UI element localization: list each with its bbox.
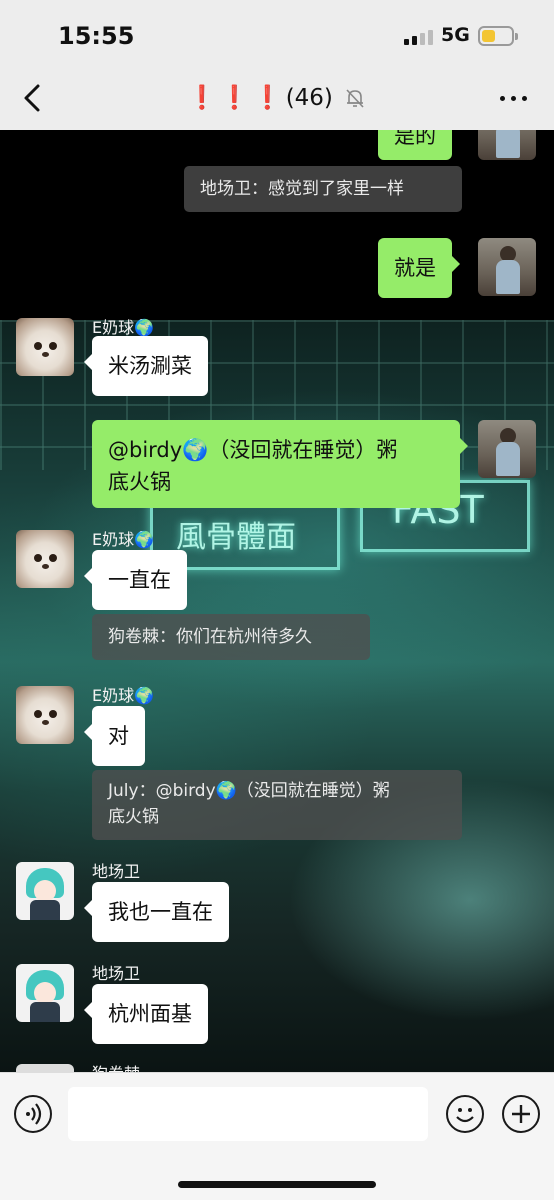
avatar[interactable] (478, 238, 536, 296)
more-icon[interactable] (500, 96, 528, 102)
sender-name: 狗卷棘 (92, 1060, 140, 1072)
message-bubble[interactable]: 是的 (378, 130, 452, 160)
member-count: (46) (285, 85, 333, 111)
avatar[interactable] (16, 1064, 74, 1072)
avatar[interactable] (16, 318, 74, 376)
message-bubble[interactable]: 我也一直在 (84, 882, 229, 942)
message-bubble[interactable]: 米汤涮菜 (84, 336, 208, 396)
message-list[interactable]: 風骨體面 FAST 是的 地场卫：感觉到了家里一样 就是 E奶球🌍 米汤涮菜 @… (0, 130, 554, 1072)
emoji-icon[interactable] (446, 1095, 484, 1133)
avatar[interactable] (478, 420, 536, 478)
chat-title[interactable]: ❗❗❗(46) (0, 84, 554, 111)
quoted-reply[interactable]: July：@birdy🌍（没回就在睡觉）粥 底火锅 (92, 770, 462, 840)
sender-name: E奶球🌍 (92, 686, 155, 705)
wechat-group-chat-screen: 15:55 5G ❗❗❗(46) 風骨體面 FAST 是的 地场卫：感觉到了家里… (0, 0, 554, 1200)
sender-name: E奶球🌍 (92, 530, 155, 549)
input-bar (0, 1072, 554, 1200)
battery-icon (478, 26, 518, 46)
status-time: 15:55 (58, 22, 135, 50)
message-bubble[interactable]: 一直在 (84, 550, 187, 610)
message-bubble[interactable]: 杭州面基 (84, 984, 208, 1044)
sender-name: 地场卫 (92, 862, 141, 881)
message-bubble[interactable]: 就是 (378, 238, 460, 298)
plus-icon[interactable] (502, 1095, 540, 1133)
avatar[interactable] (16, 862, 74, 920)
message-bubble[interactable]: 对 (84, 706, 145, 766)
signal-icon (404, 29, 434, 45)
avatar[interactable] (16, 530, 74, 588)
title-marks: ❗❗❗ (187, 85, 286, 111)
quoted-reply[interactable]: 狗卷棘：你们在杭州待多久 (92, 614, 370, 660)
battery-fill (482, 30, 495, 42)
background-sign-text: 風骨體面 (176, 520, 296, 555)
message-input[interactable] (68, 1087, 428, 1141)
avatar[interactable] (478, 130, 536, 160)
avatar[interactable] (16, 964, 74, 1022)
sender-name: 地场卫 (92, 964, 141, 983)
mute-bell-icon (346, 89, 364, 108)
top-bar: 15:55 5G ❗❗❗(46) (0, 0, 554, 130)
avatar[interactable] (16, 686, 74, 744)
message-bubble[interactable]: @birdy🌍（没回就在睡觉）粥 底火锅 (92, 420, 468, 508)
voice-icon[interactable] (14, 1095, 52, 1133)
quoted-reply[interactable]: 地场卫：感觉到了家里一样 (184, 166, 462, 212)
sender-name: E奶球🌍 (92, 318, 155, 337)
network-type: 5G (441, 24, 470, 46)
home-indicator (178, 1181, 376, 1188)
